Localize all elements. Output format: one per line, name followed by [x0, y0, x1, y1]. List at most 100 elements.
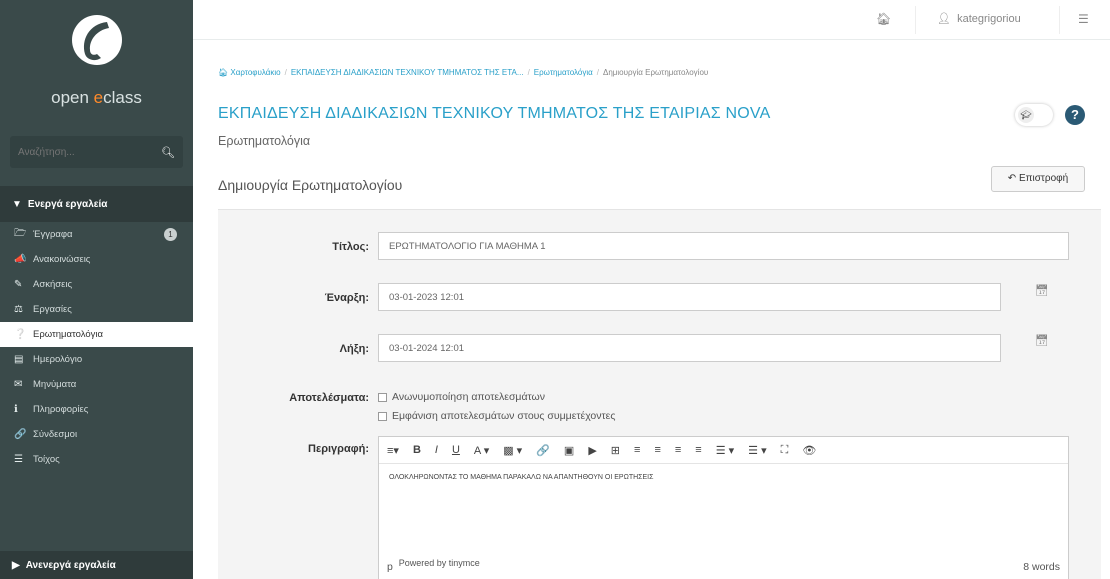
bold-icon[interactable]: B — [413, 444, 421, 456]
show-results-checkbox[interactable] — [378, 411, 387, 421]
text-color-icon[interactable]: A ▾ — [474, 444, 489, 457]
table-icon[interactable]: ⊞ — [611, 444, 620, 457]
sidebar-item-label: Εργασίες — [33, 304, 72, 315]
link-icon[interactable]: 🔗 — [536, 444, 550, 457]
align-right-icon[interactable]: ≡ — [675, 444, 681, 456]
sidebar-item-label: Ασκήσεις — [33, 279, 73, 290]
chevron-down-icon: ▼ — [12, 198, 22, 210]
format-icon[interactable]: ≡▾ — [387, 444, 399, 457]
flask-icon: ⚖ — [14, 304, 23, 315]
home-icon: 🏠︎ — [218, 68, 229, 77]
anonymize-checkbox[interactable] — [378, 392, 387, 402]
link-icon: 🔗 — [14, 429, 27, 440]
breadcrumb-item[interactable]: 🏠︎ Χαρτοφυλάκιο — [218, 68, 281, 77]
sidebar-item-info[interactable]: ℹ Πληροφορίες — [0, 397, 193, 422]
list-icon: ☰ — [14, 454, 23, 465]
back-button[interactable]: ↶ Επιστροφή — [991, 166, 1085, 192]
editor-statusbar: p Powered by tinymce 8 words — [379, 555, 1068, 579]
align-left-icon[interactable]: ≡ — [634, 444, 640, 456]
sidebar-item-documents[interactable]: 🗁 Έγγραφα 1 — [0, 222, 193, 247]
username: kategrigoriou — [957, 13, 1021, 25]
numbered-list-icon[interactable]: ☰ ▾ — [748, 444, 766, 457]
eclass-logo-icon — [71, 15, 122, 65]
search-icon[interactable]: 🔍︎ — [161, 146, 175, 159]
active-tools-label: Ενεργά εργαλεία — [27, 198, 108, 210]
results-label: Αποτελέσματα: — [289, 392, 369, 404]
chevron-right-icon: ▶ — [12, 559, 20, 571]
align-center-icon[interactable]: ≡ — [654, 444, 660, 456]
sidebar-item-calendar[interactable]: ▤ Ημερολόγιο — [0, 347, 193, 372]
start-date-input[interactable] — [378, 283, 1001, 311]
show-results-checkbox-row[interactable]: Εμφάνιση αποτελεσμάτων στους συμμετέχοντ… — [378, 410, 615, 422]
fullscreen-icon[interactable]: ⛶ — [781, 444, 789, 457]
underline-icon[interactable]: U — [452, 444, 460, 456]
align-justify-icon[interactable]: ≡ — [695, 444, 701, 456]
sidebar-item-wall[interactable]: ☰ Τοίχος — [0, 447, 193, 472]
end-date-input[interactable] — [378, 334, 1001, 362]
settings-sliders-icon[interactable]: ☰ — [1078, 12, 1089, 26]
sidebar-item-exercises[interactable]: ✎ Ασκήσεις — [0, 272, 193, 297]
calendar-icon[interactable]: 📅︎ — [1035, 334, 1049, 347]
back-label: Επιστροφή — [1018, 173, 1069, 184]
active-tools-header[interactable]: ▼ Ενεργά εργαλεία — [0, 186, 193, 222]
bullet-list-icon[interactable]: ☰ ▾ — [716, 444, 734, 457]
folder-icon: 🗁 — [14, 228, 27, 239]
sidebar-item-questionnaires[interactable]: ❔ Ερωτηματολόγια — [0, 322, 193, 347]
sidebar-search: 🔍︎ — [10, 136, 183, 168]
question-circle-icon: ❔ — [14, 329, 27, 340]
path-label: p — [387, 561, 393, 573]
preview-icon[interactable]: 👁︎ — [802, 444, 816, 457]
breadcrumb-label: Χαρτοφυλάκιο — [230, 68, 281, 77]
course-title[interactable]: ΕΚΠΑΙΔΕΥΣΗ ΔΙΑΔΙΚΑΣΙΩΝ ΤΕΧΝΙΚΟΥ ΤΜΗΜΑΤΟΣ… — [218, 105, 770, 123]
divider — [915, 6, 916, 34]
breadcrumb-current: Δημιουργία Ερωτηματολογίου — [602, 68, 709, 77]
sidebar-item-announcements[interactable]: 📣 Ανακοινώσεις — [0, 247, 193, 272]
powered-by-link[interactable]: Powered by tinymce — [399, 558, 480, 568]
sidebar-item-label: Μηνύματα — [33, 379, 77, 390]
search-input[interactable] — [18, 146, 148, 158]
sidebar-item-label: Τοίχος — [33, 454, 60, 465]
background-color-icon[interactable]: ▩ ▾ — [503, 444, 522, 457]
sidebar-item-label: Ημερολόγιο — [33, 354, 83, 365]
envelope-icon: ✉ — [14, 379, 23, 390]
italic-icon[interactable]: I — [435, 444, 438, 456]
element-path: p Powered by tinymce — [387, 558, 480, 573]
anonymize-checkbox-row[interactable]: Ανωνυμοποίηση αποτελεσμάτων — [378, 391, 545, 403]
edit-icon: ✎ — [14, 279, 23, 290]
media-icon[interactable]: ▶ — [588, 444, 596, 457]
survey-form: Τίτλος: Έναρξη: 📅︎ Λήξη: 📅︎ Αποτελέσματα… — [218, 209, 1101, 579]
sidebar-item-assignments[interactable]: ⚖ Εργασίες — [0, 297, 193, 322]
student-view-toggle[interactable]: 🎓︎ — [1015, 104, 1053, 126]
editor-content[interactable]: ΟΛΟΚΛΗΡΩΝΟΝΤΑΣ ΤΟ ΜΑΘΗΜΑ ΠΑΡΑΚΑΛΩ ΝΑ ΑΠΑ… — [379, 464, 1068, 491]
title-input[interactable] — [378, 232, 1069, 260]
logo[interactable] — [0, 0, 193, 80]
start-label: Έναρξη: — [324, 292, 369, 304]
inactive-tools-header[interactable]: ▶ Ανενεργά εργαλεία — [0, 551, 193, 579]
image-icon[interactable]: ▣ — [564, 444, 574, 457]
home-icon[interactable]: 🏠︎ — [876, 12, 891, 26]
show-results-label: Εμφάνιση αποτελεσμάτων στους συμμετέχοντ… — [392, 410, 616, 422]
sidebar-item-label: Πληροφορίες — [33, 404, 89, 415]
page-title: Δημιουργία Ερωτηματολογίου — [218, 177, 403, 193]
bullhorn-icon: 📣 — [14, 254, 27, 265]
breadcrumb-item[interactable]: Ερωτηματολόγια — [534, 68, 593, 77]
sidebar-item-label: Ερωτηματολόγια — [33, 329, 103, 340]
end-label: Λήξη: — [339, 343, 369, 355]
main-content: 🏠︎ Χαρτοφυλάκιο / ΕΚΠΑΙΔΕΥΣΗ ΔΙΑΔΙΚΑΣΙΩΝ Τ… — [193, 41, 1110, 579]
divider — [1059, 6, 1060, 34]
breadcrumb-item[interactable]: ΕΚΠΑΙΔΕΥΣΗ ΔΙΑΔΙΚΑΣΙΩΝ ΤΕΧΝΙΚΟΥ ΤΜΗΜΑΤΟΣ… — [291, 68, 524, 77]
calendar-icon[interactable]: 📅︎ — [1035, 284, 1049, 297]
description-editor: ≡▾ B I U A ▾ ▩ ▾ 🔗 ▣ ▶ ⊞ ≡ ≡ ≡ ≡ ☰ ▾ ☰ ▾… — [378, 436, 1069, 579]
sidebar-item-label: Ανακοινώσεις — [33, 254, 91, 265]
sidebar-item-messages[interactable]: ✉ Μηνύματα — [0, 372, 193, 397]
word-count: 8 words — [1023, 561, 1060, 573]
sidebar: open eclass 🔍︎ ▼ Ενεργά εργαλεία 🗁 Έγγραφ… — [0, 0, 193, 579]
sidebar-item-links[interactable]: 🔗 Σύνδεσμοι — [0, 422, 193, 447]
sidebar-item-label: Σύνδεσμοι — [33, 429, 78, 440]
inactive-tools-label: Ανενεργά εργαλεία — [25, 559, 116, 571]
help-icon[interactable]: ? — [1065, 105, 1085, 125]
editor-toolbar: ≡▾ B I U A ▾ ▩ ▾ 🔗 ▣ ▶ ⊞ ≡ ≡ ≡ ≡ ☰ ▾ ☰ ▾… — [379, 437, 1068, 464]
user-menu[interactable]: 👤︎ kategrigoriou — [937, 12, 1021, 25]
breadcrumb: 🏠︎ Χαρτοφυλάκιο / ΕΚΠΑΙΔΕΥΣΗ ΔΙΑΔΙΚΑΣΙΩΝ Τ… — [218, 68, 709, 77]
page-subtitle: Ερωτηματολόγια — [218, 134, 311, 148]
